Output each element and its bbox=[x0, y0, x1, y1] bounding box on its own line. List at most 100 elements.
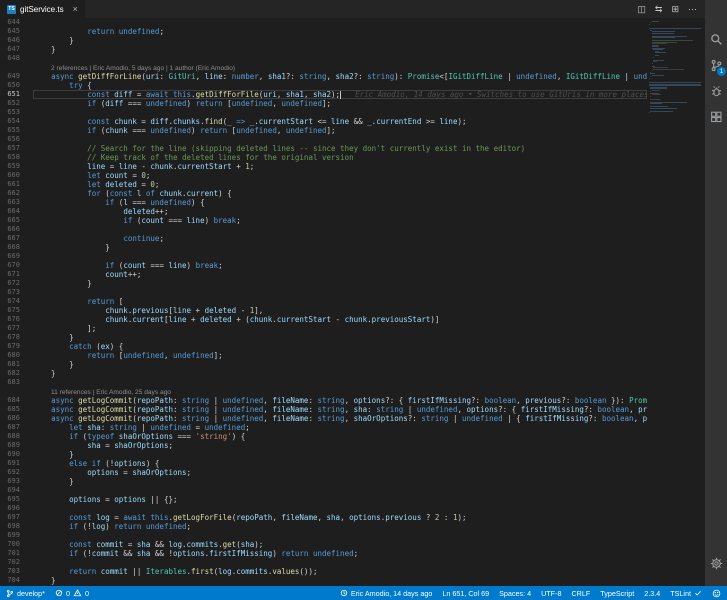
code-line[interactable]: 676 chunk.current[line + deleted + (chun… bbox=[0, 315, 647, 324]
code-line[interactable]: 703 return commit || Iterables.first(log… bbox=[0, 567, 647, 576]
code-line[interactable]: 659 line = line - chunk.currentStart + 1… bbox=[0, 162, 647, 171]
problems-indicator[interactable]: 0 0 bbox=[55, 589, 89, 598]
code-line[interactable]: 668 } bbox=[0, 243, 647, 252]
code-line[interactable]: 680 return [undefined, undefined]; bbox=[0, 351, 647, 360]
code-line[interactable]: 688 if (typeof shaOrOptions === 'string'… bbox=[0, 432, 647, 441]
code-line[interactable]: 664 deleted++; bbox=[0, 207, 647, 216]
code-line[interactable]: 649 async getDiffForLine(uri: GitUri, li… bbox=[0, 72, 647, 81]
code-line[interactable]: 669 bbox=[0, 252, 647, 261]
code-line[interactable]: 678 } bbox=[0, 333, 647, 342]
code-line[interactable]: 692 options = shaOrOptions; bbox=[0, 468, 647, 477]
code-line[interactable]: 661 let deleted = 0; bbox=[0, 180, 647, 189]
line-number bbox=[0, 63, 20, 72]
code-line[interactable]: 652 if (diff === undefined) return [unde… bbox=[0, 99, 647, 108]
code-line[interactable]: 646 } bbox=[0, 36, 647, 45]
tab-bar: TS gitService.ts × ◫ ⇆ ⊞ ⋯ bbox=[0, 0, 705, 18]
code-line[interactable]: 689 sha = shaOrOptions; bbox=[0, 441, 647, 450]
line-number: 703 bbox=[7, 567, 20, 575]
code-line[interactable]: 648 bbox=[0, 54, 647, 63]
line-number: 680 bbox=[7, 351, 20, 359]
open-changes-icon[interactable]: ⇆ bbox=[655, 4, 663, 15]
minimap-line bbox=[647, 25, 703, 26]
blame-status[interactable]: Eric Amodio, 14 days ago bbox=[340, 589, 432, 598]
code-line[interactable]: 687 let sha: string | undefined = undefi… bbox=[0, 423, 647, 432]
debug-icon[interactable] bbox=[705, 78, 727, 104]
feedback-smiley-icon[interactable] bbox=[712, 589, 721, 598]
code-line[interactable]: 660 let count = 0; bbox=[0, 171, 647, 180]
search-icon[interactable] bbox=[705, 26, 727, 52]
line-number: 644 bbox=[7, 18, 20, 26]
minimap[interactable] bbox=[647, 19, 703, 586]
codelens-link[interactable]: 11 references | Eric Amodio, 25 days ago bbox=[51, 389, 171, 396]
code-line[interactable]: 679 catch (ex) { bbox=[0, 342, 647, 351]
code-line[interactable]: 698 if (!log) return undefined; bbox=[0, 522, 647, 531]
settings-gear-icon[interactable] bbox=[705, 550, 727, 576]
tab-close-icon[interactable]: × bbox=[73, 4, 78, 14]
code-line[interactable]: 697 const log = await this.getLogForFile… bbox=[0, 513, 647, 522]
code-line[interactable]: 684 async getLogCommit(repoPath: string … bbox=[0, 396, 647, 405]
code-line[interactable]: 694 bbox=[0, 486, 647, 495]
code-line[interactable]: 685 async getLogCommit(repoPath: string … bbox=[0, 405, 647, 414]
code-line[interactable]: 657 // Search for the line (skipping del… bbox=[0, 144, 647, 153]
code-line[interactable]: 674 return [ bbox=[0, 297, 647, 306]
code-line[interactable]: 690 } bbox=[0, 450, 647, 459]
source-control-icon[interactable]: 1 bbox=[705, 52, 727, 78]
code-line[interactable]: 671 count++; bbox=[0, 270, 647, 279]
code-line[interactable]: 696 bbox=[0, 504, 647, 513]
code-line[interactable]: 695 options = options || {}; bbox=[0, 495, 647, 504]
code-line[interactable]: 683 bbox=[0, 378, 647, 387]
code-line[interactable]: 658 // Keep track of the deleted lines f… bbox=[0, 153, 647, 162]
code-line[interactable]: 655 if (chunk === undefined) return [und… bbox=[0, 126, 647, 135]
extensions-icon[interactable] bbox=[705, 104, 727, 130]
layout-icon[interactable]: ⊞ bbox=[671, 4, 679, 15]
code-line[interactable]: 656 bbox=[0, 135, 647, 144]
code-line[interactable]: 675 chunk.previous[line + deleted - 1], bbox=[0, 306, 647, 315]
code-line[interactable]: 654 const chunk = diff.chunks.find(_ => … bbox=[0, 117, 647, 126]
cursor-position[interactable]: Ln 651, Col 69 bbox=[442, 589, 489, 598]
code-line[interactable]: 702 bbox=[0, 558, 647, 567]
code-line[interactable]: 645 return undefined; bbox=[0, 27, 647, 36]
code-line[interactable]: 665 if (count === line) break; bbox=[0, 216, 647, 225]
code-line[interactable]: 682 } bbox=[0, 369, 647, 378]
codelens-link[interactable]: 2 references | Eric Amodio, 5 days ago |… bbox=[51, 65, 235, 72]
code-line[interactable]: 651 const diff = await this.getDiffForFi… bbox=[0, 90, 647, 99]
tab-gitservice[interactable]: TS gitService.ts × bbox=[0, 0, 85, 18]
code-line[interactable]: 701 if (!commit && sha && !options.first… bbox=[0, 549, 647, 558]
more-actions-icon[interactable]: ⋯ bbox=[688, 4, 697, 15]
code-line[interactable]: 681 } bbox=[0, 360, 647, 369]
code-line[interactable]: 691 else if (!options) { bbox=[0, 459, 647, 468]
code-line[interactable]: 647 } bbox=[0, 45, 647, 54]
code-line[interactable]: 672 } bbox=[0, 279, 647, 288]
code-line[interactable]: 699 bbox=[0, 531, 647, 540]
minimap-line bbox=[647, 64, 703, 65]
line-number: 658 bbox=[7, 153, 20, 161]
language-indicator[interactable]: TypeScript bbox=[600, 589, 634, 598]
code-line[interactable]: 667 continue; bbox=[0, 234, 647, 243]
git-branch-indicator[interactable]: develop* bbox=[6, 589, 45, 598]
split-editor-icon[interactable]: ◫ bbox=[637, 4, 646, 15]
line-number: 685 bbox=[7, 405, 20, 413]
eol-indicator[interactable]: CRLF bbox=[571, 589, 590, 598]
line-number: 651 bbox=[7, 90, 20, 98]
code-line[interactable]: 693 } bbox=[0, 477, 647, 486]
encoding-indicator[interactable]: UTF-8 bbox=[541, 589, 561, 598]
code-line[interactable]: 666 bbox=[0, 225, 647, 234]
code-line[interactable]: 704 } bbox=[0, 576, 647, 585]
code-line[interactable]: 670 if (count === line) break; bbox=[0, 261, 647, 270]
scm-badge: 1 bbox=[717, 67, 726, 76]
code-line[interactable]: 677 ]; bbox=[0, 324, 647, 333]
line-number: 646 bbox=[7, 36, 20, 44]
code-line[interactable]: 653 bbox=[0, 108, 647, 117]
ts-version-indicator[interactable]: 2.3.4 bbox=[644, 589, 660, 598]
indentation-indicator[interactable]: Spaces: 4 bbox=[499, 589, 531, 598]
code-line[interactable]: 700 const commit = sha && log.commits.ge… bbox=[0, 540, 647, 549]
code-line[interactable]: 644 bbox=[0, 18, 647, 27]
code-line[interactable]: 686 async getLogCommit(repoPath: string … bbox=[0, 414, 647, 423]
code-line[interactable]: 663 if (l === undefined) { bbox=[0, 198, 647, 207]
line-number: 679 bbox=[7, 342, 20, 350]
code-line[interactable]: 650 try { bbox=[0, 81, 647, 90]
code-line[interactable]: 662 for (const l of chunk.current) { bbox=[0, 189, 647, 198]
minimap-line bbox=[648, 28, 701, 29]
linter-indicator[interactable]: TSLint bbox=[670, 589, 702, 598]
code-line[interactable]: 673 bbox=[0, 288, 647, 297]
